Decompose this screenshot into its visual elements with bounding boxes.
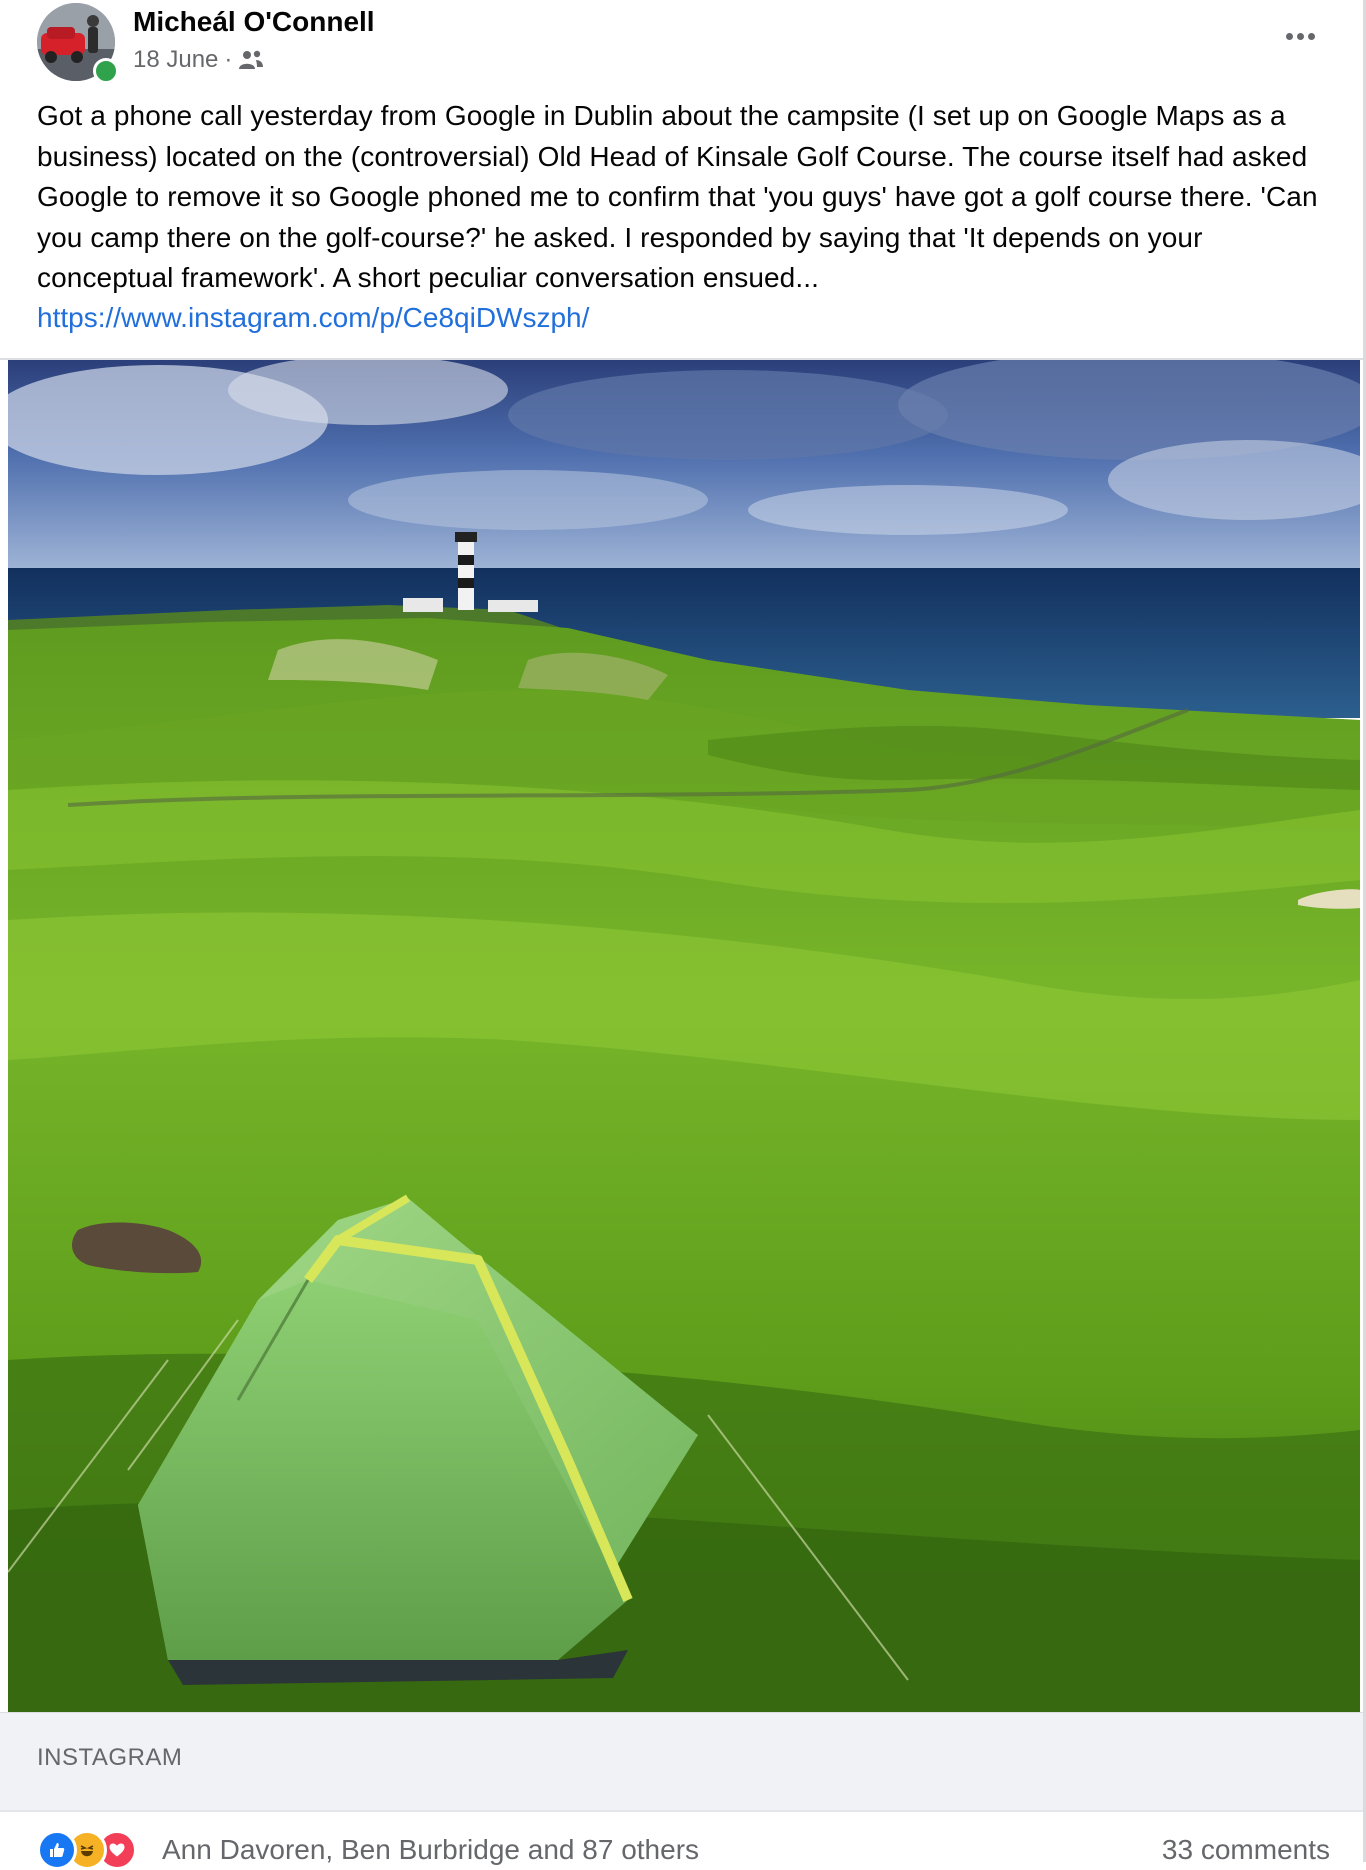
post-text: Got a phone call yesterday from Google i… [37,100,1318,293]
online-status-indicator [93,58,119,84]
post-date[interactable]: 18 June [133,44,218,76]
reaction-icons[interactable] [37,1830,137,1870]
link-preview-footer[interactable] [0,1712,1366,1811]
like-icon [37,1830,77,1870]
more-options-button[interactable] [1270,14,1330,58]
footer-divider [0,1810,1366,1812]
meta-separator: · [224,46,233,73]
post-photo[interactable] [8,360,1360,1712]
friends-icon[interactable] [238,49,264,71]
instagram-link[interactable]: https://www.instagram.com/p/Ce8qiDWszph/ [37,298,589,338]
golf-course-tent-photo [8,360,1360,1712]
facebook-post: Micheál O'Connell 18 June · Got a phone … [0,0,1366,1870]
more-dot-icon [1296,32,1304,40]
post-meta: 18 June · [133,44,264,76]
comments-count[interactable]: 33 comments [1162,1830,1330,1870]
more-dot-icon [1307,32,1315,40]
reaction-names[interactable]: Ann Davoren, Ben Burbridge and 87 others [162,1830,699,1870]
author-name[interactable]: Micheál O'Connell [133,4,375,40]
link-source-label: INSTAGRAM [37,1744,183,1771]
more-dot-icon [1285,32,1293,40]
